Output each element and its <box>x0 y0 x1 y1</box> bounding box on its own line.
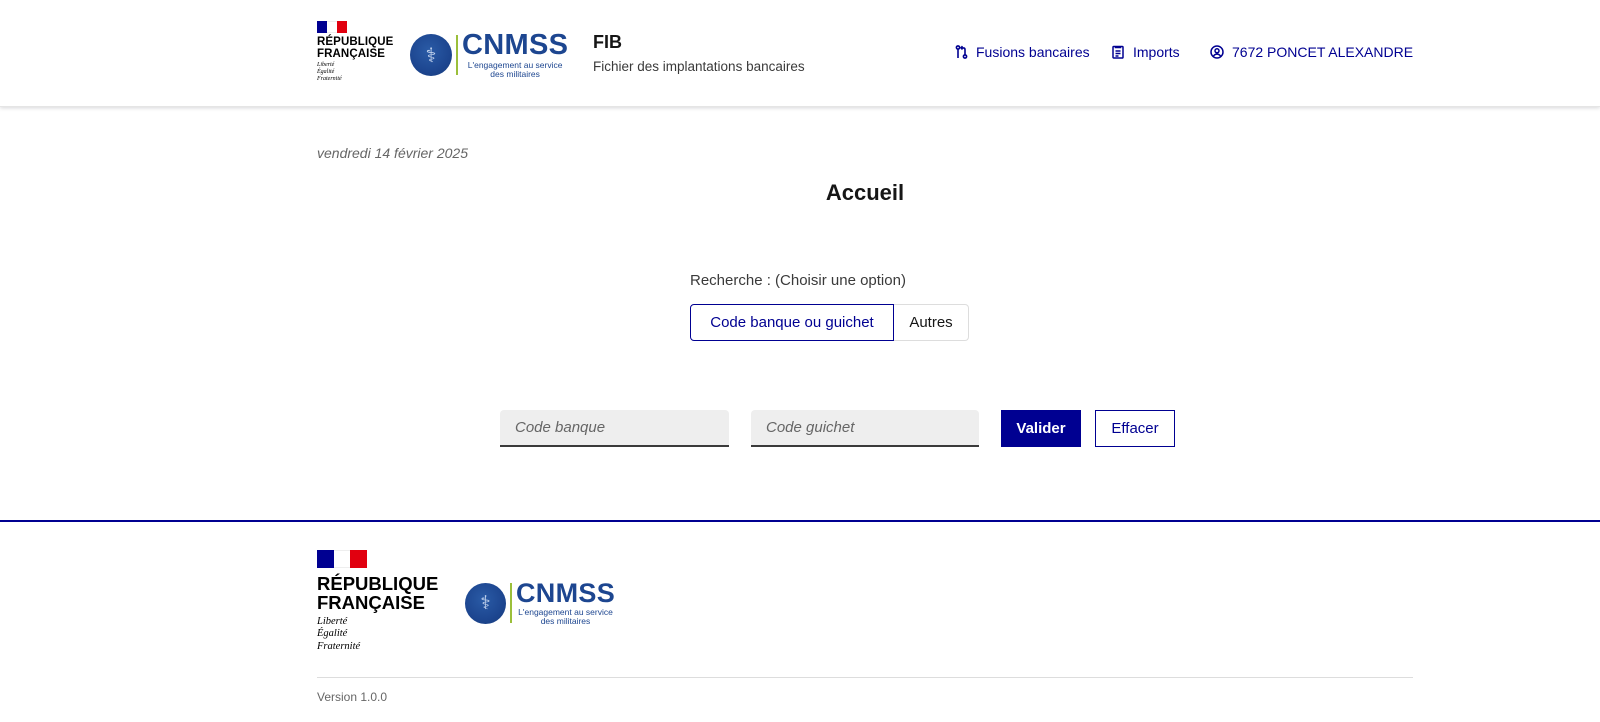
republique-line: RÉPUBLIQUE <box>317 573 439 594</box>
motto-liberte: Liberté <box>317 615 348 627</box>
search-option-legend: Recherche : (Choisir une option) <box>690 272 906 289</box>
cnmss-logo[interactable]: ⚕ CNMSS L'engagement au service des mili… <box>410 31 568 80</box>
footer-republique-motto: Liberté Égalité Fraternité <box>317 616 438 654</box>
motto-egalite: Égalité <box>317 628 348 640</box>
page-title: Accueil <box>825 180 905 205</box>
option-autres[interactable]: Autres <box>894 304 969 341</box>
cnmss-emblem-icon: ⚕ <box>465 582 506 624</box>
footer-republique-francaise-logo[interactable]: RÉPUBLIQUE FRANÇAISE Liberté Égalité Fra… <box>317 550 438 654</box>
cnmss-name: CNMSS <box>516 578 616 608</box>
francaise-line: FRANÇAISE <box>317 48 385 61</box>
footer-republique-name: RÉPUBLIQUE FRANÇAISE <box>317 574 438 613</box>
motto-egalite: Égalité <box>317 69 335 76</box>
cnmss-tagline: L'engagement au service des militaires <box>468 60 563 80</box>
effacer-button[interactable]: Effacer <box>1095 410 1175 447</box>
current-date: vendredi 14 février 2025 <box>317 145 468 161</box>
code-banque-input[interactable] <box>500 410 729 447</box>
service-tagline: Fichier des implantations bancaires <box>593 59 805 74</box>
cnmss-logo-separator <box>456 35 458 76</box>
cnmss-tagline: L'engagement au service des militaires <box>518 607 613 627</box>
app-version: Version 1.0.0 <box>317 690 388 704</box>
valider-button[interactable]: Valider <box>1001 410 1081 447</box>
nav-fusions-label: Fusions bancaires <box>976 44 1090 60</box>
francaise-line: FRANÇAISE <box>317 592 425 614</box>
cnmss-logo-separator <box>510 583 512 624</box>
republique-motto: Liberté Égalité Fraternité <box>317 62 397 83</box>
user-circle-icon <box>1209 44 1225 60</box>
republique-line: RÉPUBLIQUE <box>317 36 394 48</box>
nav-fusions-bancaires[interactable]: Fusions bancaires <box>953 44 1090 60</box>
site-header: RÉPUBLIQUE FRANÇAISE Liberté Égalité Fra… <box>0 0 1600 107</box>
cnmss-tagline-line2: des militaires <box>540 616 591 627</box>
motto-fraternite: Fraternité <box>317 75 342 82</box>
nav-imports[interactable]: Imports <box>1110 44 1180 60</box>
service-title[interactable]: FIB <box>593 32 805 53</box>
merge-icon <box>953 44 969 60</box>
footer-divider <box>317 677 1413 678</box>
motto-fraternite: Fraternité <box>317 641 361 653</box>
option-code-banque-guichet[interactable]: Code banque ou guichet <box>690 304 894 341</box>
document-icon <box>1110 44 1126 60</box>
french-flag-icon <box>317 21 347 33</box>
nav-user-account[interactable]: 7672 PONCET ALEXANDRE <box>1209 44 1413 60</box>
code-guichet-input[interactable] <box>751 410 979 447</box>
cnmss-tagline-line2: des militaires <box>490 69 540 80</box>
motto-liberte: Liberté <box>317 62 335 69</box>
footer-cnmss-logo[interactable]: ⚕ CNMSS L'engagement au service des mili… <box>465 580 615 627</box>
service-title-block: FIB Fichier des implantations bancaires <box>593 32 805 74</box>
republique-francaise-logo[interactable]: RÉPUBLIQUE FRANÇAISE Liberté Égalité Fra… <box>317 21 397 87</box>
site-footer: RÉPUBLIQUE FRANÇAISE Liberté Égalité Fra… <box>0 520 1600 722</box>
cnmss-emblem-icon: ⚕ <box>410 34 452 77</box>
nav-imports-label: Imports <box>1133 44 1180 60</box>
cnmss-name: CNMSS <box>462 29 569 61</box>
french-flag-icon <box>317 550 367 568</box>
nav-user-label: 7672 PONCET ALEXANDRE <box>1232 44 1414 60</box>
republique-francaise-name: RÉPUBLIQUE FRANÇAISE <box>317 36 397 60</box>
